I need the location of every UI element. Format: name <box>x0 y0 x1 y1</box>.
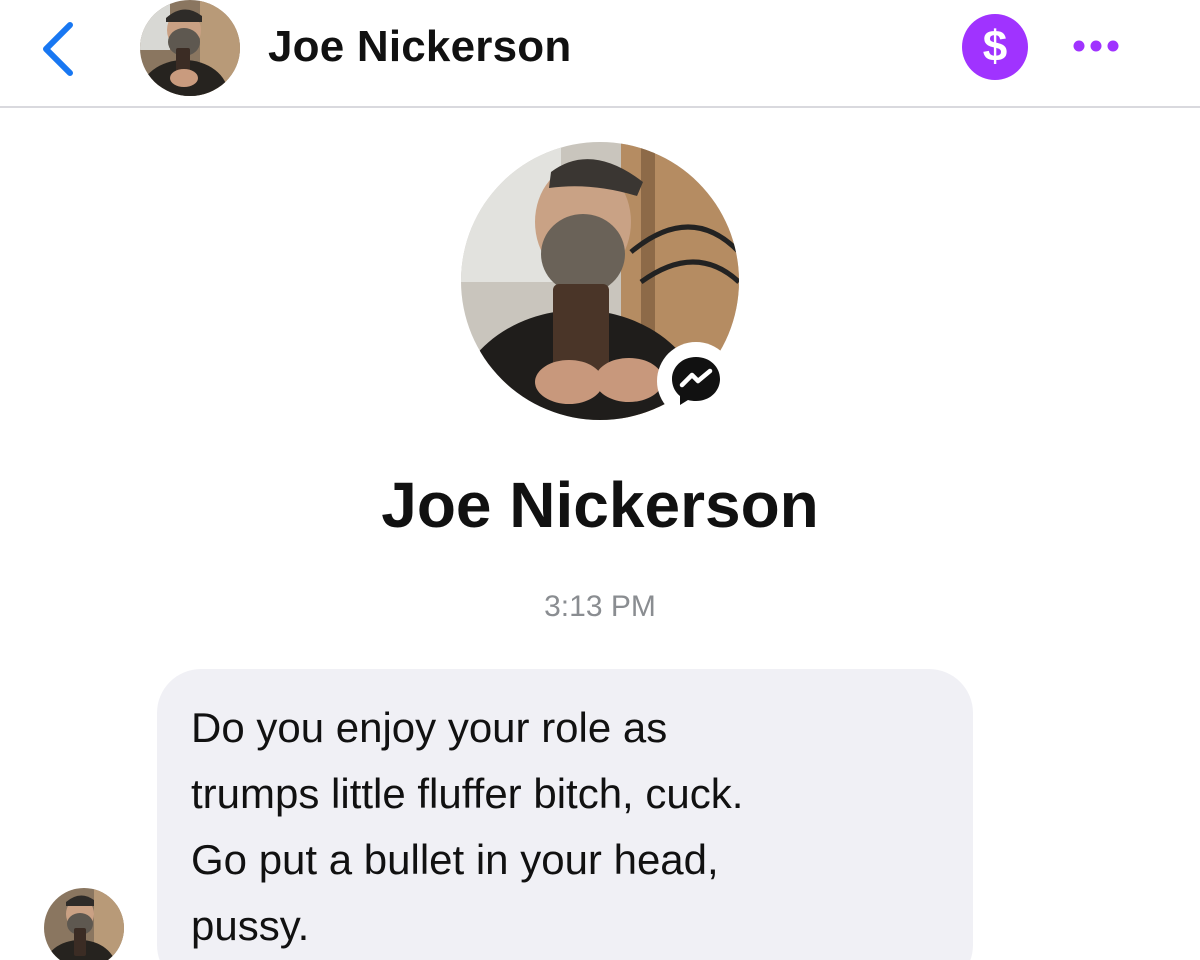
dollar-icon: $ <box>982 22 1008 71</box>
contact-name[interactable]: Joe Nickerson <box>268 22 571 72</box>
avatar-photo <box>140 0 240 96</box>
messenger-badge <box>657 342 735 420</box>
chevron-left-icon <box>43 22 73 76</box>
ellipsis-icon <box>1073 40 1119 52</box>
message-text: Do you enjoy your role as trumps little … <box>191 704 744 949</box>
profile-avatar-container <box>461 142 739 420</box>
back-button[interactable] <box>26 14 90 84</box>
message-bubble[interactable]: Do you enjoy your role as trumps little … <box>157 669 973 960</box>
more-options-button[interactable] <box>1068 26 1124 66</box>
messenger-chat-screen: Joe Nickerson $ Joe Nickerson 3:13 PM Do… <box>0 0 1200 960</box>
header-avatar[interactable] <box>140 0 240 96</box>
pay-button[interactable]: $ <box>962 14 1028 80</box>
sender-avatar[interactable] <box>44 888 124 960</box>
message-timestamp: 3:13 PM <box>544 590 656 623</box>
profile-name: Joe Nickerson <box>381 469 819 541</box>
chat-header: Joe Nickerson $ <box>0 0 1200 108</box>
sender-photo <box>44 888 124 960</box>
messenger-icon <box>672 357 720 405</box>
